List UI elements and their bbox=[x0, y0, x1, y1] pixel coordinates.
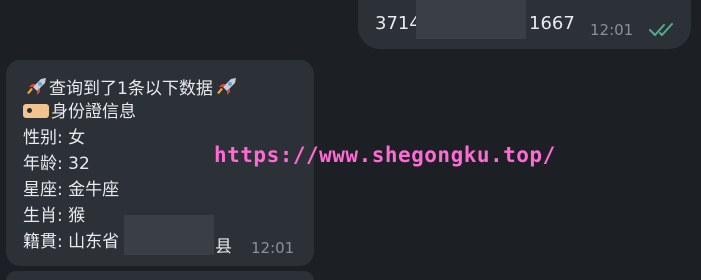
id-info-text: 身份證信息 bbox=[51, 102, 136, 122]
native-place-line: 籍貫: 山东省 bbox=[23, 232, 120, 252]
rocket-icon bbox=[216, 78, 236, 95]
gender-line: 性别: 女 bbox=[23, 128, 86, 148]
outgoing-message-bubble[interactable]: 3714 1667 12:01 bbox=[358, 0, 691, 49]
double-check-icon bbox=[649, 23, 673, 36]
outgoing-message-text-start: 3714 bbox=[375, 13, 421, 34]
incoming-message-time: 12:01 bbox=[251, 239, 295, 257]
id-info-line: 身份證信息 bbox=[23, 101, 136, 123]
outgoing-message-time: 12:01 bbox=[590, 21, 634, 39]
tag-icon bbox=[23, 104, 49, 118]
native-place-suffix: 县 bbox=[215, 237, 232, 257]
chinese-zodiac-line: 生肖: 猴 bbox=[23, 206, 86, 226]
next-message-bubble[interactable] bbox=[6, 271, 314, 280]
redaction-block bbox=[416, 0, 526, 39]
watermark-url: https://www.shegongku.top/ bbox=[214, 143, 556, 167]
redaction-block bbox=[124, 215, 214, 255]
outgoing-message-text-end: 1667 bbox=[529, 13, 575, 34]
age-line: 年龄: 32 bbox=[23, 154, 90, 174]
message-header-line: 查询到了1条以下数据 bbox=[23, 76, 239, 100]
zodiac-line: 星座: 金牛座 bbox=[23, 180, 120, 200]
rocket-icon bbox=[27, 78, 46, 95]
chat-view: 3714 1667 12:01 查询到了1条以下数据 身份證信息 性别: 女 年… bbox=[0, 0, 701, 280]
message-header-text: 查询到了1条以下数据 bbox=[49, 79, 213, 99]
